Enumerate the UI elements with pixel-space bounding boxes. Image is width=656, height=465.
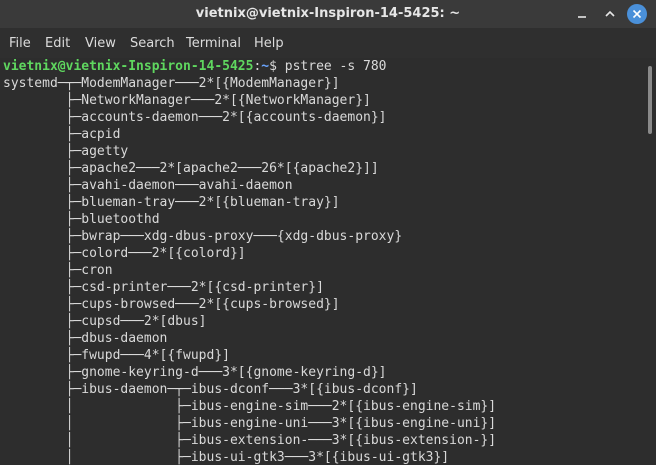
output-line: ├─cupsd───2*[dbus] (3, 314, 207, 329)
output-line: ├─avahi-daemon───avahi-daemon (3, 178, 293, 193)
window-title: vietnix@vietnix-Inspiron-14-5425: ~ (195, 6, 461, 21)
title-bar[interactable]: vietnix@vietnix-Inspiron-14-5425: ~ (0, 0, 656, 28)
output-line: ├─acpid (3, 127, 121, 142)
close-icon (632, 9, 642, 19)
terminal-output-area[interactable]: vietnix@vietnix-Inspiron-14-5425:~$ pstr… (0, 58, 644, 465)
output-line: ├─ibus-daemon─┬─ibus-dconf───3*[{ibus-dc… (3, 382, 418, 397)
close-button[interactable] (627, 4, 647, 24)
output-line: │ ├─ibus-extension-───3*[{ibus-extension… (3, 433, 497, 448)
output-line: ├─cups-browsed───2*[{cups-browsed}] (3, 297, 340, 312)
output-line: ├─csd-printer───2*[{csd-printer}] (3, 280, 324, 295)
menu-search[interactable]: Search (130, 36, 175, 51)
output-line: ├─bwrap───xdg-dbus-proxy───{xdg-dbus-pro… (3, 229, 403, 244)
output-line: systemd─┬─ModemManager───2*[{ModemManage… (3, 76, 340, 91)
minimize-button[interactable] (572, 4, 592, 24)
menu-terminal[interactable]: Terminal (186, 36, 241, 51)
prompt-path: ~ (261, 59, 270, 74)
menu-edit[interactable]: Edit (45, 36, 70, 51)
prompt-user-host: vietnix@vietnix-Inspiron-14-5425 (3, 59, 254, 74)
menu-help[interactable]: Help (254, 36, 284, 51)
scrollbar-thumb[interactable] (648, 66, 652, 134)
prompt-command: pstree -s 780 (284, 59, 387, 74)
prompt-symbol: $ (269, 59, 285, 74)
output-line: ├─fwupd───4*[{fwupd}] (3, 348, 230, 363)
output-line: ├─gnome-keyring-d───3*[{gnome-keyring-d}… (3, 365, 387, 380)
minimize-icon (577, 9, 587, 19)
menu-view[interactable]: View (85, 36, 116, 51)
prompt-line: vietnix@vietnix-Inspiron-14-5425:~$ pstr… (3, 58, 387, 75)
terminal-window: vietnix@vietnix-Inspiron-14-5425: ~ File… (0, 0, 656, 465)
maximize-button[interactable] (600, 4, 620, 24)
output-line: ├─apache2───2*[apache2───26*[{apache2}]] (3, 161, 379, 176)
output-line: │ ├─ibus-engine-uni───3*[{ibus-engine-un… (3, 416, 497, 431)
vertical-scrollbar[interactable] (644, 58, 656, 465)
menu-bar: File Edit View Search Terminal Help (0, 28, 656, 58)
output-line: ├─bluetoothd (3, 212, 160, 227)
output-line: ├─cron (3, 263, 113, 278)
output-line: ├─NetworkManager───2*[{NetworkManager}] (3, 93, 371, 108)
menu-file[interactable]: File (9, 36, 31, 51)
output-line: ├─dbus-daemon (3, 331, 168, 346)
output-line: ├─blueman-tray───2*[{blueman-tray}] (3, 195, 340, 210)
maximize-icon (605, 9, 615, 19)
output-line: ├─colord───2*[{colord}] (3, 246, 246, 261)
output-line: ├─agetty (3, 144, 129, 159)
output-line: │ ├─ibus-ui-gtk3───3*[{ibus-ui-gtk3}] (3, 450, 450, 465)
output-line: │ ├─ibus-engine-sim───2*[{ibus-engine-si… (3, 399, 497, 414)
output-line: ├─accounts-daemon───2*[{accounts-daemon}… (3, 110, 387, 125)
